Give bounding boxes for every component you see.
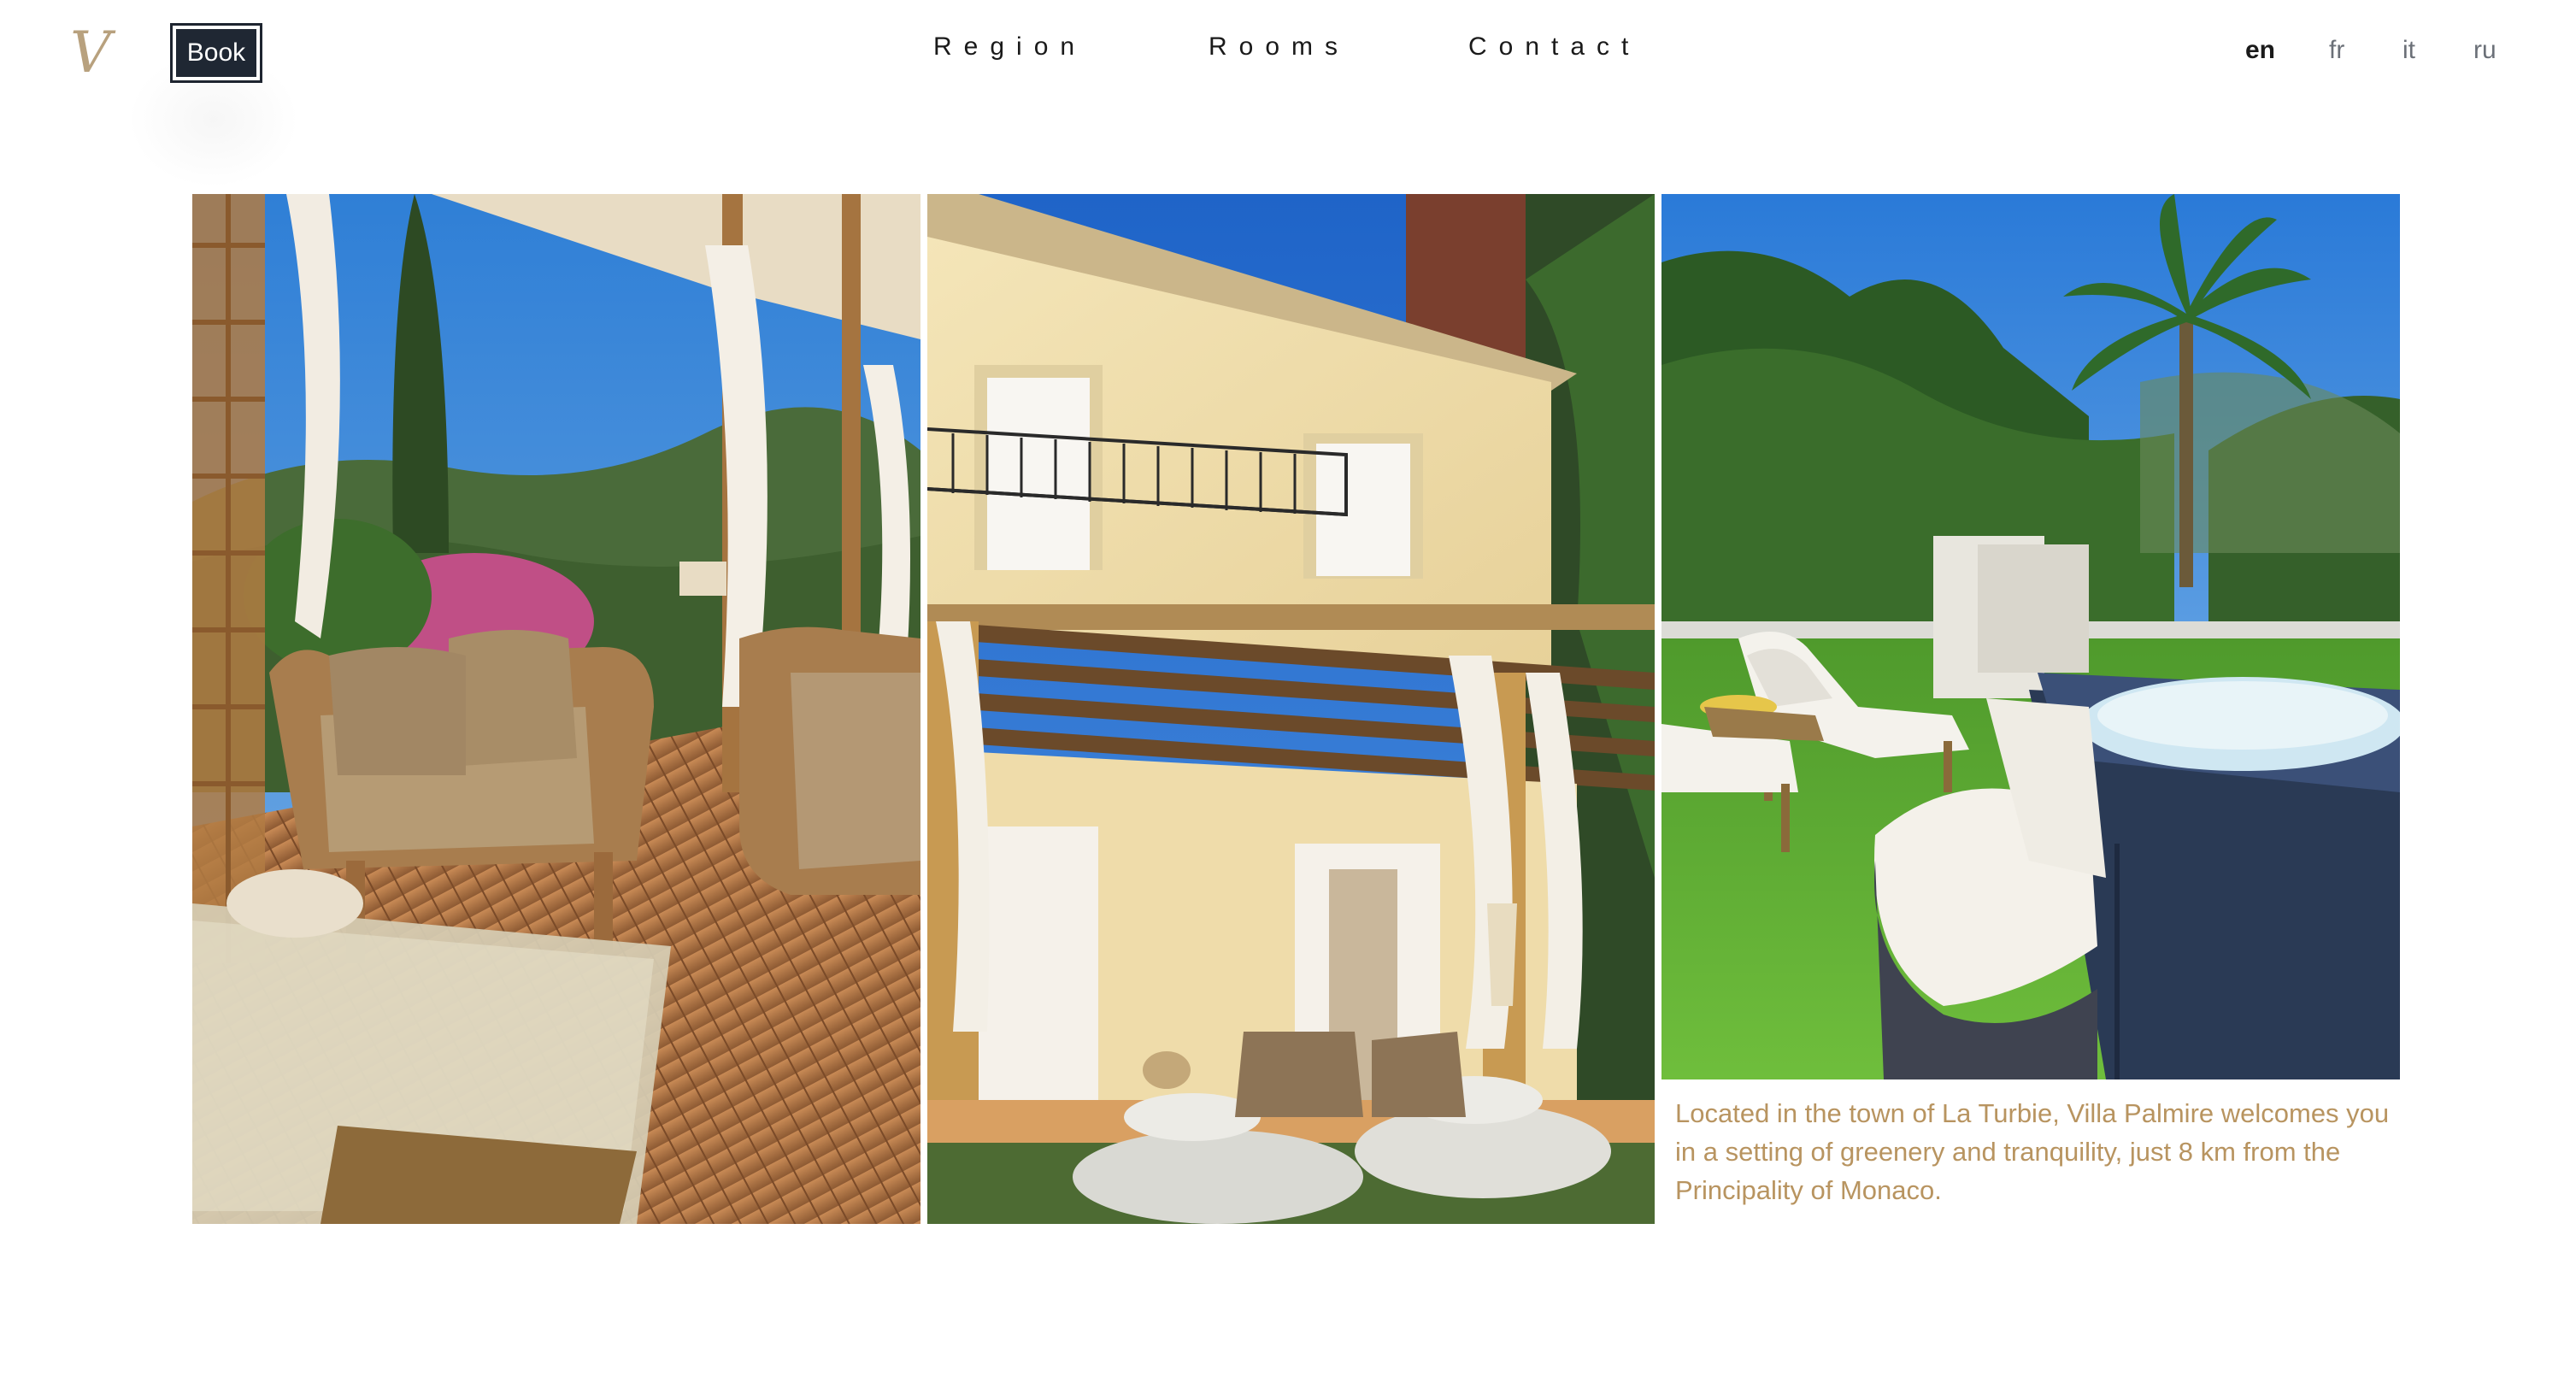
language-fr[interactable]: fr (2329, 36, 2344, 65)
main-nav: Region Rooms Contact (0, 32, 2576, 75)
intro-caption: Located in the town of La Turbie, Villa … (1675, 1098, 2390, 1205)
nav-link-rooms[interactable]: Rooms (1209, 32, 1350, 62)
language-ru[interactable]: ru (2473, 36, 2497, 65)
nav-link-region[interactable]: Region (933, 32, 1086, 62)
photo-garden-hot-tub (1661, 194, 2400, 1079)
page: V Book Region Rooms Contact en fr it ru (0, 0, 2576, 1400)
nav-link-contact[interactable]: Contact (1468, 32, 1640, 62)
language-it[interactable]: it (2403, 36, 2415, 65)
photo-villa-facade (927, 194, 1655, 1224)
photo-terrace (192, 194, 920, 1224)
language-en[interactable]: en (2245, 36, 2275, 65)
